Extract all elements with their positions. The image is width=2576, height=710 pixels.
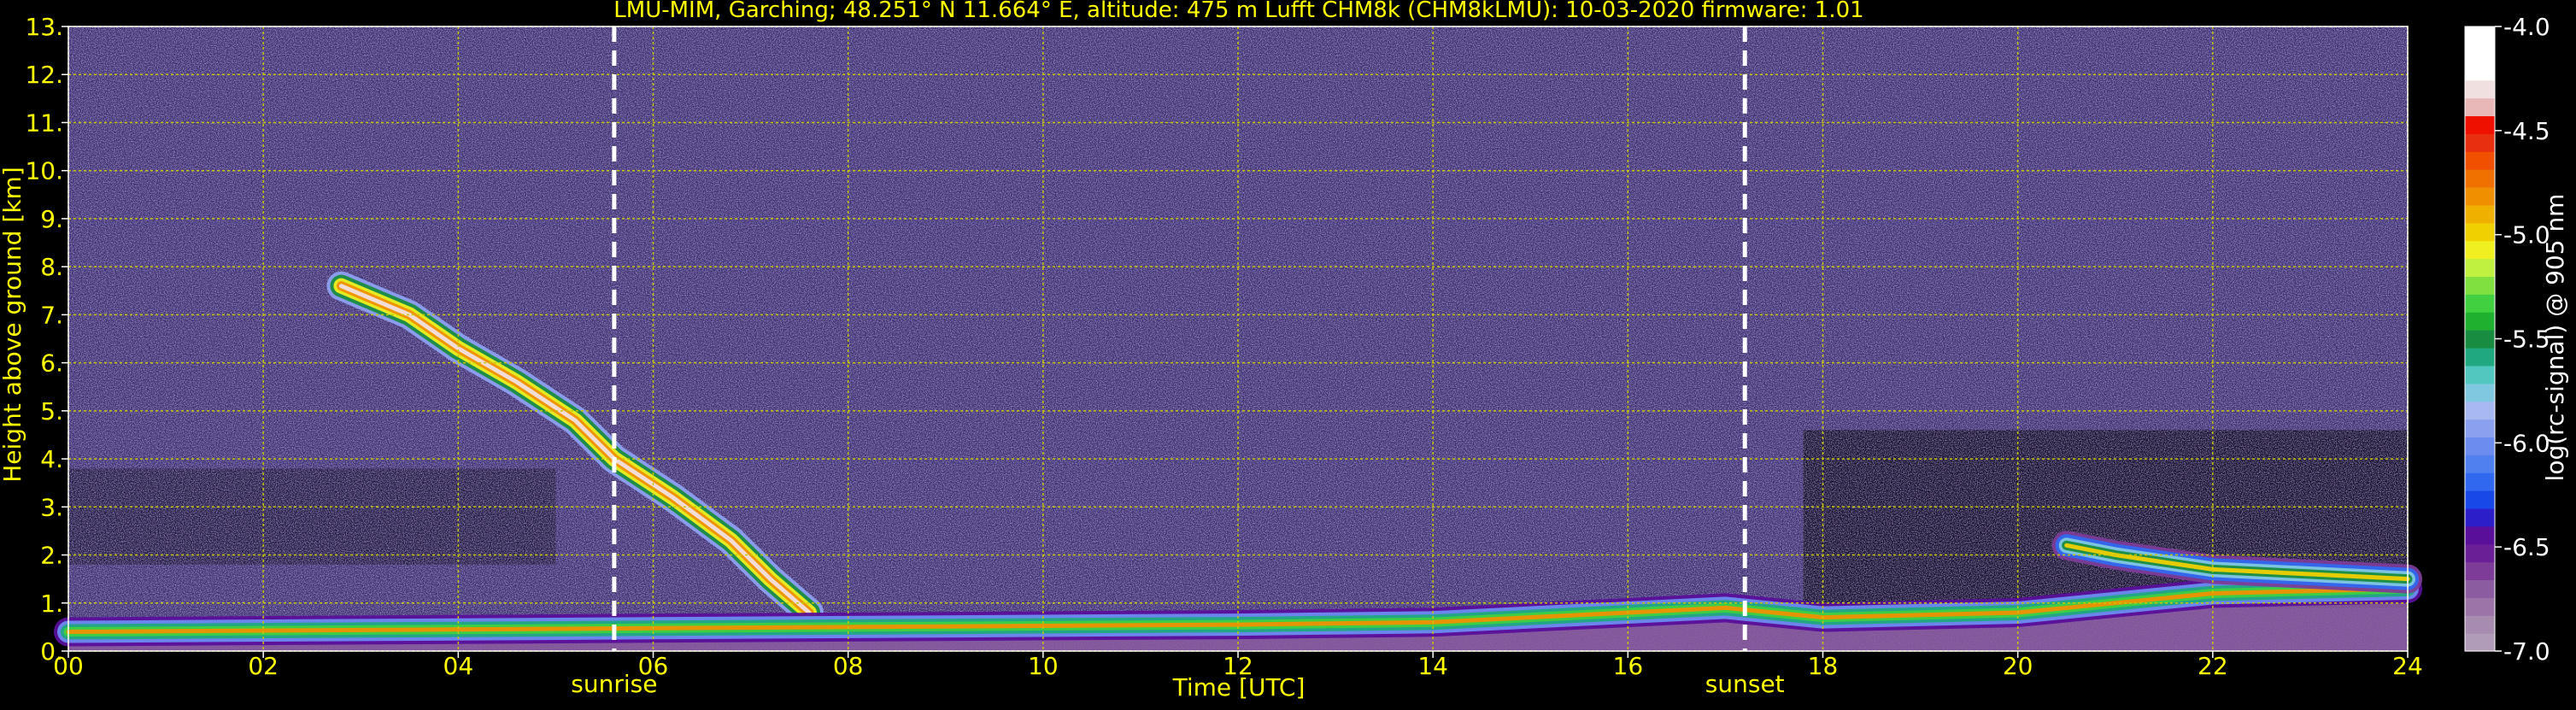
x-tick-label: 14: [1417, 652, 1448, 680]
sunset-label: sunset: [1705, 670, 1785, 698]
colorbar-segment: [2465, 383, 2495, 402]
colorbar-segment: [2465, 597, 2495, 616]
x-tick-label: 02: [248, 652, 279, 680]
y-tick-label: 11.: [25, 109, 63, 137]
y-tick-label: 0.: [40, 637, 63, 666]
colorbar-segment: [2465, 276, 2495, 295]
colorbar-label: log(rc-signal) @ 905 nm: [2541, 194, 2569, 482]
y-tick-label: 6.: [40, 349, 63, 378]
y-tick-label: 5.: [40, 397, 63, 425]
colorbar-tick-label: -6.5: [2503, 533, 2550, 561]
colorbar-segment: [2465, 26, 2495, 45]
y-tick-label: 10.: [25, 157, 63, 185]
x-tick-label: 08: [833, 652, 864, 680]
y-tick-label: 3.: [40, 493, 63, 521]
colorbar-segment: [2465, 455, 2495, 473]
colorbar-segment: [2465, 347, 2495, 367]
colorbar-tick-label: -7.0: [2503, 637, 2550, 666]
colorbar-segment: [2465, 543, 2495, 563]
y-tick-label: 1.: [40, 590, 63, 618]
colorbar-segment: [2465, 240, 2495, 260]
colorbar-segment: [2465, 472, 2495, 491]
colorbar-segment: [2465, 186, 2495, 206]
colorbar-segment: [2465, 44, 2495, 63]
colorbar-segment: [2465, 151, 2495, 170]
x-tick-label: 06: [638, 652, 669, 680]
colorbar-segment: [2465, 97, 2495, 117]
y-tick-label: 9.: [40, 205, 63, 233]
x-tick-label: 04: [443, 652, 474, 680]
x-tick-label: 10: [1028, 652, 1059, 680]
colorbar-segment: [2465, 169, 2495, 188]
colorbar-segment: [2465, 330, 2495, 349]
colorbar-segment: [2465, 508, 2495, 527]
y-tick-label: 7.: [40, 301, 63, 329]
y-tick-label: 4.: [40, 445, 63, 473]
colorbar-segment: [2465, 579, 2495, 598]
colorbar-segment: [2465, 437, 2495, 455]
colorbar-segment: [2465, 633, 2495, 652]
y-tick-label: 13.: [25, 13, 63, 41]
ceilometer-chart: sunrise sunset 00 02 04 06 08 10 12 14 16 18 20 22 24…: [0, 0, 2576, 706]
colorbar-segment: [2465, 419, 2495, 437]
colorbar-segment: [2465, 258, 2495, 277]
colorbar-segment: [2465, 204, 2495, 224]
y-tick-label: 8.: [40, 253, 63, 281]
x-tick-label: 20: [2003, 652, 2033, 680]
y-axis-label: Height above ground [km]: [0, 167, 26, 483]
colorbar-segment: [2465, 133, 2495, 152]
chart-svg: sunrise sunset 00 02 04 06 08 10 12 14 16 18 20 22 24…: [0, 0, 2569, 701]
x-tick-label: 24: [2392, 652, 2423, 680]
colorbar-segment: [2465, 490, 2495, 509]
y-tick-label: 12.: [25, 61, 63, 89]
colorbar-segment: [2465, 312, 2495, 331]
colorbar-tick-label: -4.5: [2503, 117, 2550, 145]
colorbar-segment: [2465, 561, 2495, 581]
colorbar: -4.0-4.5-5.0-5.5-6.0-6.5-7.0: [2464, 13, 2550, 666]
colorbar-segment: [2465, 401, 2495, 420]
colorbar-segment: [2465, 615, 2495, 634]
colorbar-segment: [2465, 222, 2495, 242]
chart-title: LMU-MIM, Garching; 48.251° N 11.664° E, …: [613, 0, 1863, 23]
x-tick-label: 16: [1613, 652, 1644, 680]
colorbar-segment: [2465, 294, 2495, 313]
x-axis-label: Time [UTC]: [1172, 673, 1306, 701]
x-tick-label: 22: [2198, 652, 2228, 680]
colorbar-segment: [2465, 365, 2495, 384]
colorbar-segment: [2465, 62, 2495, 81]
y-tick-label: 2.: [40, 542, 63, 570]
colorbar-tick-label: -4.0: [2503, 13, 2550, 41]
colorbar-segment: [2465, 115, 2495, 134]
colorbar-segment: [2465, 79, 2495, 99]
colorbar-segment: [2465, 525, 2495, 545]
x-tick-label: 18: [1808, 652, 1839, 680]
